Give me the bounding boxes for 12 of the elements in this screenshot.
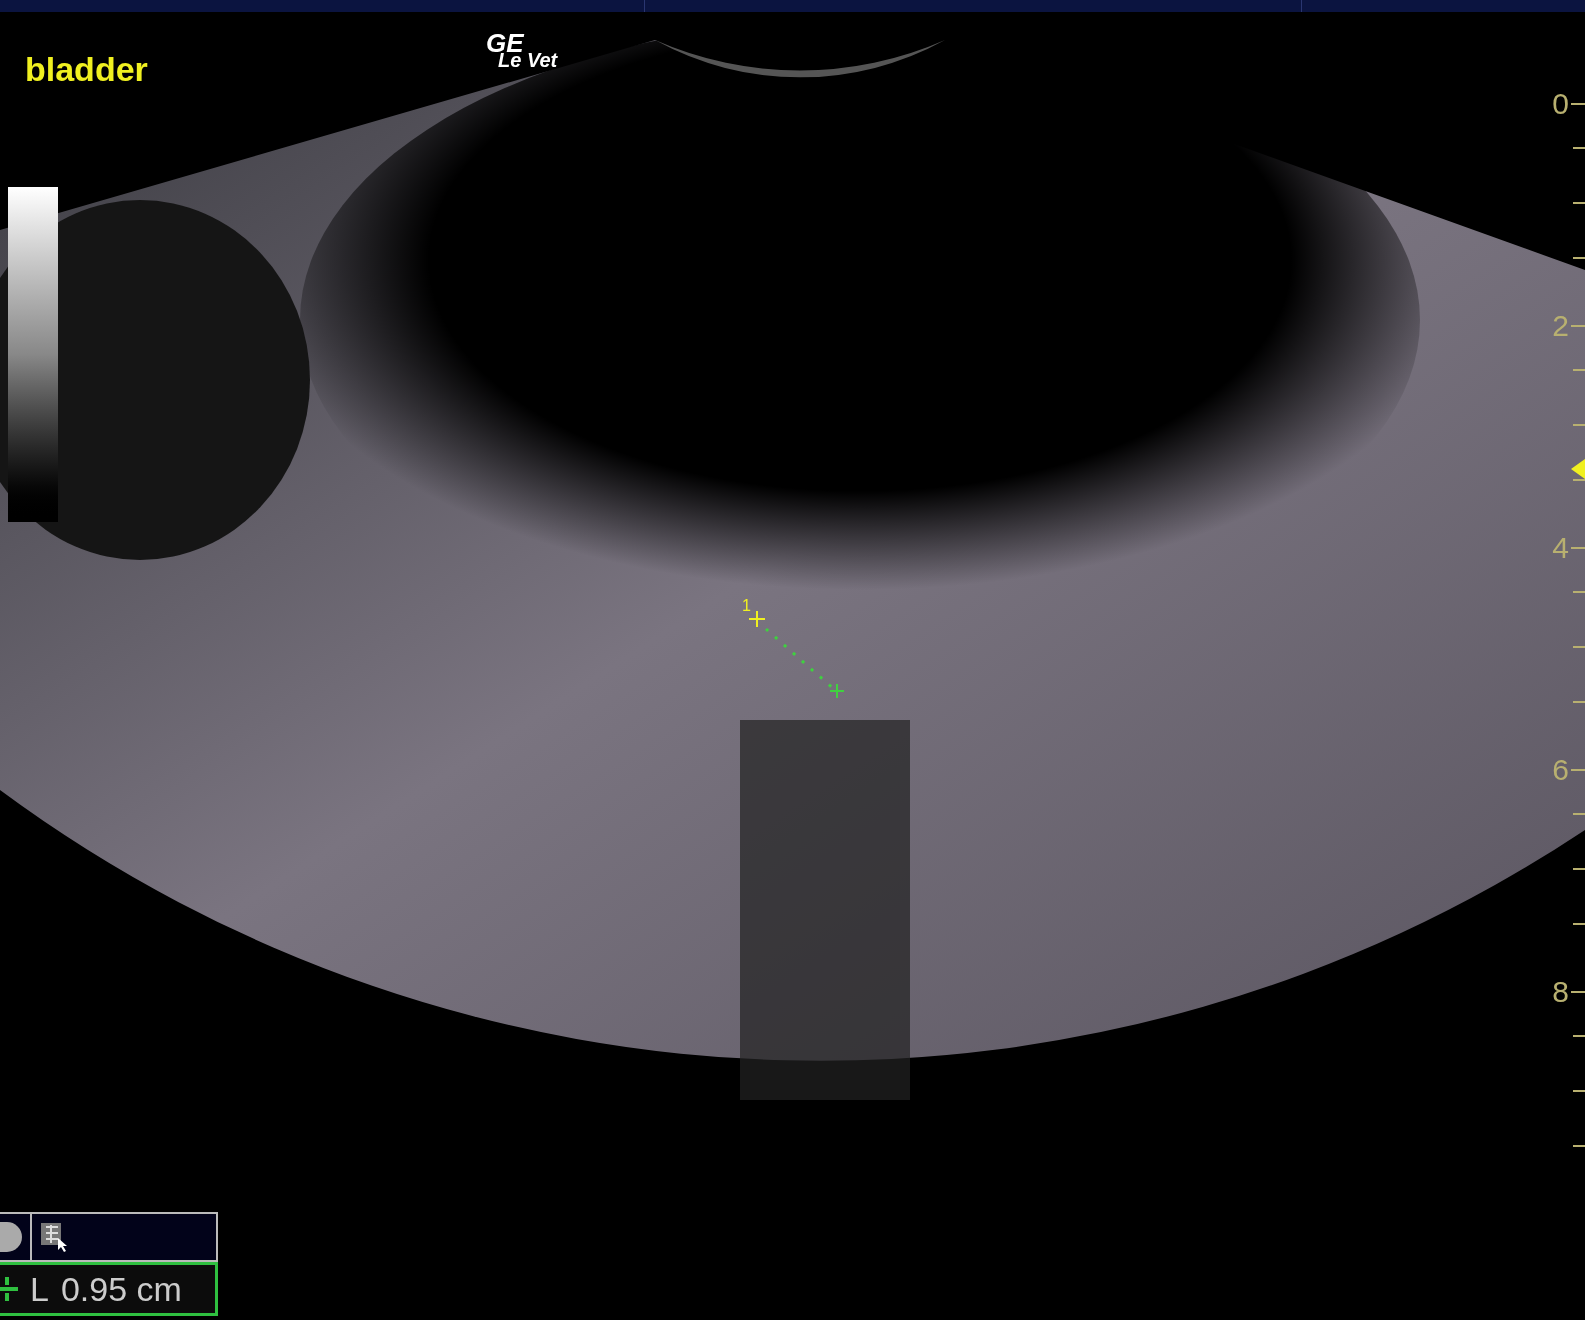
depth-label: 4 (1552, 533, 1569, 563)
measurement-label: L (30, 1272, 49, 1306)
depth-label: 2 (1552, 311, 1569, 341)
depth-label: 8 (1552, 977, 1569, 1007)
depth-label: 6 (1552, 755, 1569, 785)
image-label: bladder (25, 52, 148, 86)
focus-marker-icon (1571, 459, 1585, 479)
measurement-value: 0.95 cm (60, 1272, 182, 1306)
depth-label: 0 (1552, 89, 1569, 119)
caliper-cross-icon (749, 611, 765, 627)
caliper-number: 1 (742, 598, 751, 614)
round-button[interactable] (0, 1222, 22, 1252)
